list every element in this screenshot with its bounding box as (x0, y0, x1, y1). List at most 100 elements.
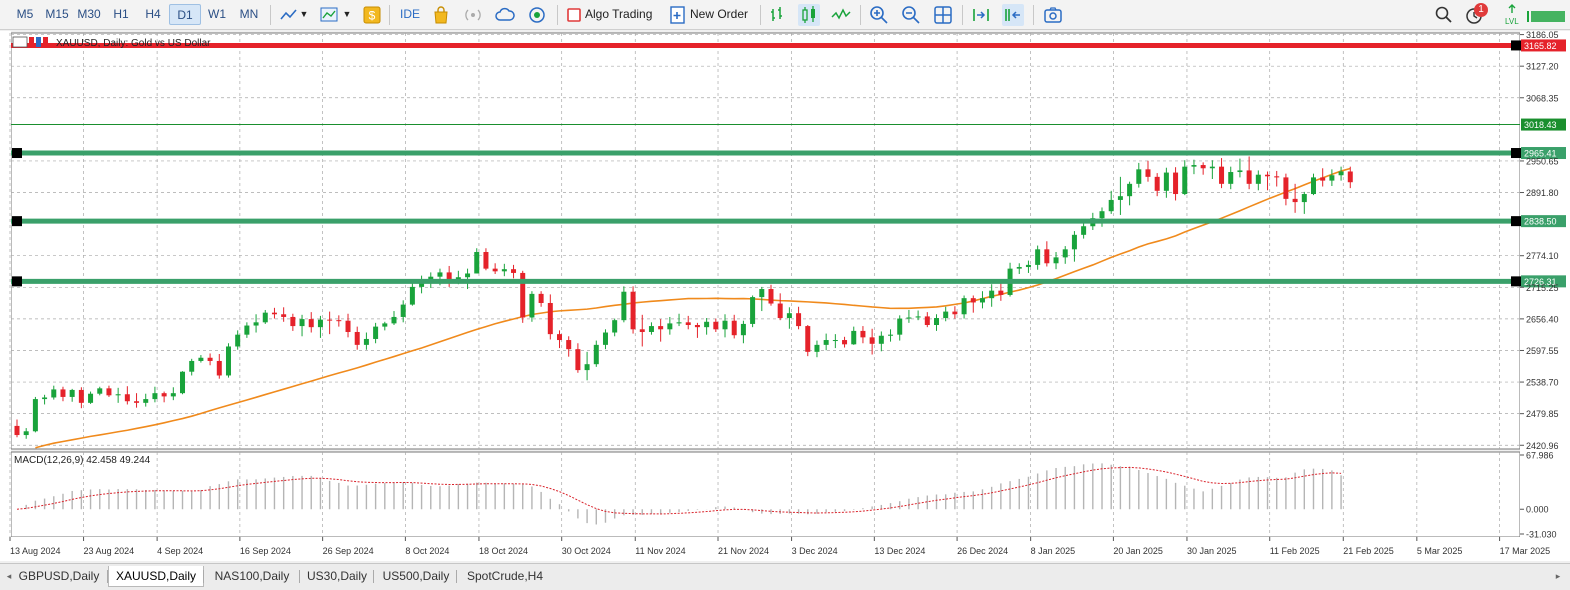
candle-body (832, 340, 838, 342)
bag-icon[interactable] (430, 4, 452, 26)
cloud-icon[interactable] (494, 4, 516, 26)
timeframe-m5-button[interactable]: M5 (9, 4, 41, 25)
candle-body (1219, 166, 1225, 184)
candle-body (244, 325, 250, 335)
candle-body (897, 318, 903, 335)
tab-spotcrude-h4[interactable]: SpotCrude,H4 (458, 566, 552, 586)
candle-body (1228, 172, 1234, 184)
candlestick-icon[interactable] (798, 4, 820, 26)
candle-body (639, 329, 645, 332)
vps-icon[interactable] (526, 4, 548, 26)
signal-icon[interactable] (462, 4, 484, 26)
price-tick-label: 2479.85 (1526, 409, 1559, 419)
ide-button[interactable]: IDE (396, 4, 424, 25)
line-icon[interactable] (830, 4, 852, 26)
algo-stop-icon[interactable] (563, 4, 585, 26)
macd-label: MACD(12,26,9) 42.458 49.244 (14, 455, 151, 466)
candle-body (685, 322, 691, 326)
search-icon[interactable] (1433, 4, 1455, 26)
candle (805, 325, 811, 357)
template-icon[interactable] (318, 4, 340, 26)
timeframe-d1-button[interactable]: D1 (169, 4, 201, 25)
timeframe-mn-button[interactable]: MN (233, 4, 265, 25)
candle-body (924, 316, 930, 326)
chevron-down-icon[interactable]: ▼ (342, 4, 352, 25)
new-order-button[interactable]: New Order (690, 4, 754, 25)
candle-body (952, 311, 958, 315)
candle-body (1145, 169, 1151, 177)
autoscroll-icon[interactable] (1002, 4, 1024, 26)
candle-body (152, 393, 158, 400)
candle-body (1246, 170, 1252, 184)
zoom-in-icon[interactable] (868, 4, 890, 26)
candle-body (630, 291, 636, 330)
timeframe-h1-button[interactable]: H1 (105, 4, 137, 25)
candle-body (308, 319, 314, 328)
price-tick-label: 3127.20 (1526, 62, 1559, 72)
dollar-icon[interactable]: $ (361, 4, 383, 26)
candle (630, 286, 636, 334)
timeframe-w1-button[interactable]: W1 (201, 4, 233, 25)
tab-gbpusd-daily[interactable]: GBPUSD,Daily (12, 566, 106, 586)
candle-body (1071, 234, 1077, 250)
level-price-label: 3018.43 (1524, 120, 1557, 130)
candle-body (23, 431, 29, 436)
new-order-icon[interactable] (667, 4, 689, 26)
candle-body (262, 312, 268, 323)
timeframe-m30-button[interactable]: M30 (73, 4, 105, 25)
chart-window[interactable]: 3165.82 3018.43 2965.41 2838.50 2726.31 3186… (0, 30, 1570, 561)
tab-xauusd-daily[interactable]: XAUUSD,Daily (108, 566, 204, 587)
bar-chart-icon[interactable] (766, 4, 788, 26)
candle-body (750, 297, 756, 324)
candle-body (860, 330, 866, 338)
price-tick-label: 3186.05 (1526, 31, 1559, 40)
tab-us30-daily[interactable]: US30,Daily (302, 566, 372, 586)
grid-icon[interactable] (932, 4, 954, 26)
scroll-icon[interactable] (970, 4, 992, 26)
line-chart-icon[interactable] (278, 4, 300, 26)
candle-body (796, 313, 802, 327)
candle-body (906, 317, 912, 319)
candle-body (989, 290, 995, 299)
candle-body (1163, 172, 1169, 191)
candle-body (1062, 249, 1068, 258)
candle-body (271, 312, 277, 315)
candle-body (722, 320, 728, 330)
candle-body (42, 397, 48, 400)
tab-nas100-daily[interactable]: NAS100,Daily (206, 566, 298, 586)
candle-body (317, 319, 323, 328)
candle-body (538, 293, 544, 303)
candle-body (78, 389, 84, 403)
screenshot-icon[interactable] (1042, 4, 1064, 26)
candle-body (575, 349, 581, 371)
candle-body (1182, 166, 1188, 195)
candle-body (32, 399, 38, 432)
algo-trading-button[interactable]: Algo Trading (585, 4, 659, 25)
timeframe-m15-button[interactable]: M15 (41, 4, 73, 25)
tab-scroll-right-icon[interactable]: ▸ (1551, 566, 1565, 586)
chevron-down-icon[interactable]: ▼ (299, 4, 309, 25)
candle-body (943, 311, 949, 319)
chart-tabs: ◂ GBPUSD,Daily XAUUSD,Daily NAS100,Daily US… (0, 563, 1570, 590)
date-label: 26 Dec 2024 (957, 546, 1008, 556)
chart-title: XAUUSD, Daily: Gold vs US Dollar (56, 38, 211, 49)
toolbar-separator (1033, 5, 1034, 25)
candle-body (814, 344, 820, 352)
level-handle-left (12, 216, 22, 227)
candle-body (1200, 165, 1206, 169)
candle-body (180, 371, 186, 394)
timeframe-h4-button[interactable]: H4 (137, 4, 169, 25)
candle-body (290, 316, 296, 327)
tab-separator (203, 570, 204, 583)
candle-body (207, 357, 213, 361)
zoom-out-icon[interactable] (900, 4, 922, 26)
price-chart[interactable]: 3165.823018.432965.412838.502726.31 3186… (0, 30, 1570, 561)
candle-body (1274, 176, 1280, 178)
candle-body (299, 319, 305, 327)
date-label: 11 Nov 2024 (635, 546, 685, 556)
candle-body (557, 334, 563, 341)
tab-us500-daily[interactable]: US500,Daily (377, 566, 455, 586)
candle (750, 295, 756, 328)
candle-body (161, 393, 167, 397)
candle-body (823, 340, 829, 345)
